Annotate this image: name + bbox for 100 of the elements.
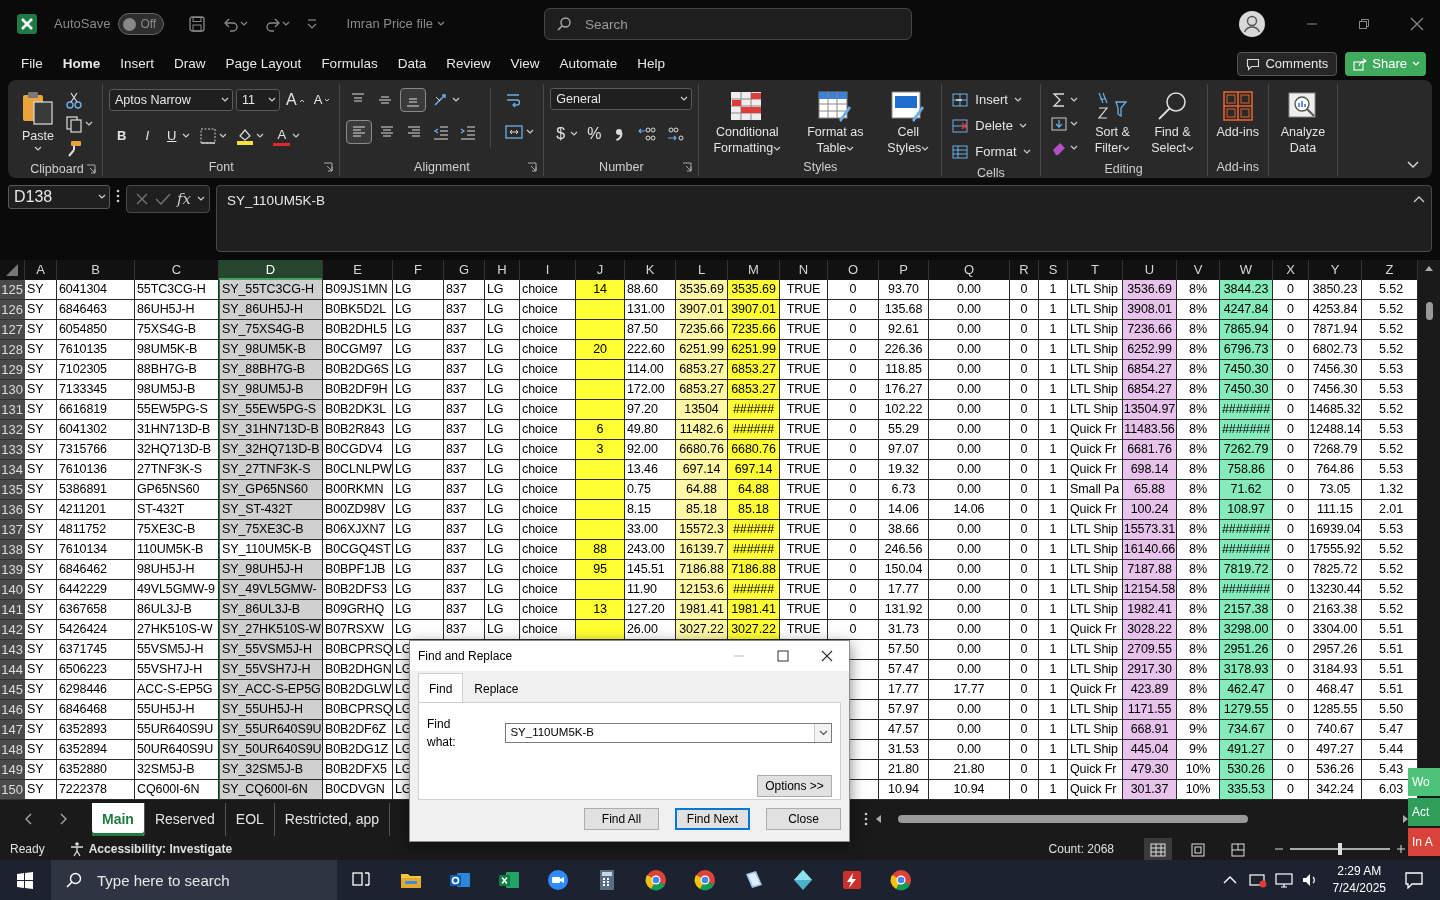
sort-filter-button[interactable]: Sort & Filter	[1084, 88, 1141, 158]
windows-icon[interactable]	[15, 871, 34, 889]
column-header[interactable]: H	[485, 260, 520, 280]
row-header[interactable]: 130	[0, 380, 25, 400]
name-box[interactable]: D138	[8, 185, 110, 209]
caret-icon[interactable]	[1013, 97, 1022, 103]
caret-icon[interactable]	[570, 131, 579, 137]
row-header[interactable]: 149	[0, 760, 25, 780]
column-header[interactable]: I	[520, 260, 576, 280]
caret-icon[interactable]	[221, 97, 229, 103]
notification-badge[interactable]: In A	[1408, 828, 1440, 856]
paste-button[interactable]: Paste	[18, 88, 58, 154]
italic-button[interactable]: I	[137, 124, 157, 148]
caret-icon[interactable]	[282, 21, 291, 27]
diamond-icon[interactable]	[791, 869, 814, 891]
scissors-icon[interactable]	[65, 91, 83, 109]
normal-view-button[interactable]	[1144, 838, 1172, 860]
column-header[interactable]: D	[219, 260, 323, 280]
row-header[interactable]: 129	[0, 360, 25, 380]
row-header[interactable]: 139	[0, 560, 25, 580]
caret-icon[interactable]	[1122, 145, 1131, 152]
column-header[interactable]: B	[57, 260, 135, 280]
clock-time[interactable]: 2:29 AM	[1332, 863, 1386, 880]
menu-tab[interactable]: Review	[437, 49, 500, 79]
row-header[interactable]: 148	[0, 740, 25, 760]
dialog-button[interactable]: Find All	[584, 808, 659, 830]
find-select-button[interactable]: Find & Select	[1144, 88, 1201, 158]
caret-icon[interactable]	[921, 145, 930, 152]
scroll-right-icon[interactable]	[1402, 814, 1410, 824]
caret-icon[interactable]	[197, 196, 205, 202]
row-header[interactable]: 142	[0, 620, 25, 640]
dialog-button[interactable]: Find Next	[675, 808, 750, 830]
menu-tab[interactable]: Automate	[550, 49, 627, 79]
next-sheet-icon[interactable]	[58, 813, 68, 825]
row-header[interactable]: 144	[0, 660, 25, 680]
maximize-icon[interactable]	[777, 650, 789, 662]
format-button[interactable]: Format	[948, 140, 1034, 164]
cell-styles-button[interactable]: Cell Styles	[881, 88, 936, 158]
shrink-font-button[interactable]: A	[310, 88, 334, 112]
row-header[interactable]: 127	[0, 320, 25, 340]
sheet-tab[interactable]: Reserved	[144, 802, 226, 836]
increase-indent-icon[interactable]	[459, 123, 478, 141]
bold-button[interactable]: B	[109, 124, 135, 148]
caret-icon[interactable]	[452, 97, 461, 103]
caret-icon[interactable]	[85, 121, 93, 127]
dropdown-icon[interactable]	[818, 730, 828, 736]
file-name-button[interactable]: Imran Price file	[342, 12, 450, 36]
font-size-dropdown[interactable]: 11	[236, 89, 280, 111]
column-header[interactable]: V	[1177, 260, 1220, 280]
menu-tab[interactable]: Formulas	[312, 49, 387, 79]
caret-icon[interactable]	[526, 129, 535, 135]
caret-icon[interactable]	[1022, 149, 1031, 155]
decrease-decimal-icon[interactable]	[666, 125, 687, 143]
copy-icon[interactable]	[65, 115, 83, 133]
merge-cells-icon[interactable]	[504, 123, 525, 141]
column-header[interactable]: J	[576, 260, 625, 280]
percent-button[interactable]: %	[584, 122, 605, 146]
insert-button[interactable]: Insert	[948, 88, 1025, 112]
collapse-icon[interactable]	[1413, 195, 1425, 203]
enter-icon[interactable]	[155, 192, 171, 206]
column-header[interactable]: T	[1068, 260, 1123, 280]
security-icon[interactable]	[1248, 872, 1267, 888]
menu-tab[interactable]: File	[12, 49, 52, 79]
clock-date[interactable]: 7/24/2025	[1332, 880, 1386, 897]
column-header[interactable]: X	[1273, 260, 1309, 280]
number-format-dropdown[interactable]: General	[550, 88, 693, 110]
caret-icon[interactable]	[219, 133, 228, 139]
more-icon[interactable]	[864, 812, 868, 826]
row-header[interactable]: 150	[0, 780, 25, 800]
display-icon[interactable]	[1274, 872, 1293, 888]
select-all-icon[interactable]	[5, 263, 19, 277]
taskbar-search-field[interactable]: Type here to search	[51, 860, 337, 900]
caret-icon[interactable]	[1069, 145, 1078, 151]
row-header[interactable]: 128	[0, 340, 25, 360]
column-header[interactable]: U	[1123, 260, 1177, 280]
find-what-field[interactable]: SY_110UM5K-B	[505, 723, 832, 743]
row-header[interactable]: 135	[0, 480, 25, 500]
scroll-left-icon[interactable]	[874, 814, 882, 824]
save-icon[interactable]	[188, 15, 207, 33]
chevron-up-icon[interactable]	[1222, 875, 1237, 885]
font-name-dropdown[interactable]: Aptos Narrow	[109, 89, 233, 111]
sheet-tab[interactable]: EOL	[225, 802, 275, 836]
maximize-icon[interactable]	[1358, 18, 1370, 30]
column-header[interactable]: N	[780, 260, 828, 280]
dialog-launcher-icon[interactable]	[527, 162, 538, 172]
row-header[interactable]: 147	[0, 720, 25, 740]
column-header[interactable]: S	[1039, 260, 1068, 280]
column-header[interactable]: R	[1010, 260, 1039, 280]
menu-tab[interactable]: Insert	[111, 49, 164, 79]
previous-sheet-icon[interactable]	[24, 813, 34, 825]
more-icon[interactable]	[116, 189, 120, 203]
caret-icon[interactable]	[437, 21, 446, 27]
column-header[interactable]: K	[625, 260, 676, 280]
caret-icon[interactable]	[1185, 145, 1194, 152]
caret-icon[interactable]	[1018, 123, 1027, 129]
row-header[interactable]: 146	[0, 700, 25, 720]
browser-icon[interactable]	[693, 869, 716, 891]
font-color-button[interactable]: A	[273, 126, 291, 146]
delete-button[interactable]: Delete	[948, 114, 1030, 138]
menu-tab[interactable]: Page Layout	[216, 49, 311, 79]
